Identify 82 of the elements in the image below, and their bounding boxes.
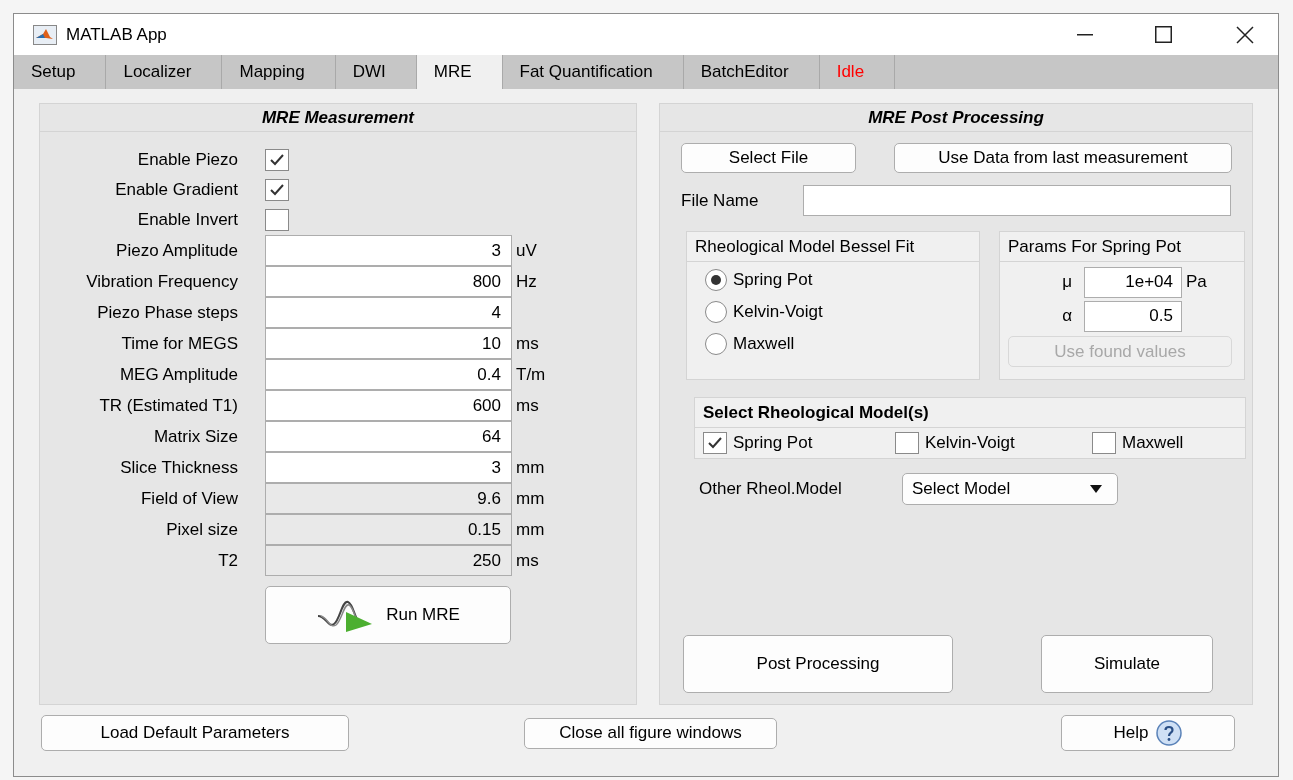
unit-label: ms bbox=[516, 394, 539, 417]
run-mre-button[interactable]: Run MRE bbox=[265, 586, 511, 644]
unit-label: mm bbox=[516, 487, 545, 510]
model-dropdown[interactable]: Select Model bbox=[902, 473, 1118, 505]
radio-button[interactable] bbox=[705, 333, 727, 355]
field-label: Matrix Size bbox=[152, 425, 238, 448]
file-name-field[interactable] bbox=[803, 185, 1231, 216]
unit-label: Pa bbox=[1186, 271, 1207, 294]
checkbox[interactable] bbox=[895, 432, 919, 454]
unit-label: mm bbox=[516, 518, 545, 541]
panel-title: MRE Post Processing bbox=[868, 106, 1044, 129]
field-label: MEG Amplitude bbox=[118, 363, 238, 386]
field-label: Slice Thickness bbox=[119, 456, 238, 479]
number-field[interactable]: 3 bbox=[265, 235, 512, 266]
help-button[interactable]: Help bbox=[1061, 715, 1235, 751]
unit-label: Hz bbox=[516, 270, 537, 293]
number-field: 9.6 bbox=[265, 483, 512, 514]
number-field[interactable]: 64 bbox=[265, 421, 512, 452]
field-label: Enable Piezo bbox=[136, 149, 238, 172]
checkbox-label: Spring Pot bbox=[733, 432, 813, 455]
field-label: File Name bbox=[681, 189, 760, 212]
window-title: MATLAB App bbox=[66, 23, 167, 46]
checkbox-label: Kelvin-Voigt bbox=[925, 432, 1015, 455]
unit-label: ms bbox=[516, 549, 539, 572]
checkbox[interactable] bbox=[265, 209, 289, 231]
field-label: Enable Invert bbox=[136, 209, 238, 232]
group-title: Rheological Model Bessel Fit bbox=[695, 235, 915, 258]
field-label: Time for MEGS bbox=[120, 332, 238, 355]
number-field[interactable]: 4 bbox=[265, 297, 512, 328]
tab[interactable]: MRE bbox=[416, 55, 503, 89]
number-field: 250 bbox=[265, 545, 512, 576]
minimize-icon[interactable] bbox=[1077, 33, 1093, 36]
radio-label: Kelvin-Voigt bbox=[733, 301, 823, 324]
number-field[interactable]: 600 bbox=[265, 390, 512, 421]
unit-label: mm bbox=[516, 456, 545, 479]
checkbox[interactable] bbox=[1092, 432, 1116, 454]
number-field[interactable]: 10 bbox=[265, 328, 512, 359]
field-label: Other Rheol.Model bbox=[699, 478, 843, 501]
checkmark-icon bbox=[269, 183, 285, 197]
help-icon bbox=[1156, 720, 1183, 746]
number-field[interactable]: 0.5 bbox=[1084, 300, 1182, 332]
select-file-button[interactable]: Select File bbox=[681, 143, 856, 173]
group-title: Select Rheological Model(s) bbox=[703, 401, 929, 424]
checkbox[interactable] bbox=[265, 149, 289, 171]
app-logo-icon bbox=[33, 24, 57, 45]
use-data-button[interactable]: Use Data from last measurement bbox=[894, 143, 1232, 173]
param-symbol: μ bbox=[1061, 271, 1072, 294]
number-field[interactable]: 800 bbox=[265, 266, 512, 297]
number-field: 0.15 bbox=[265, 514, 512, 545]
field-label: TR (Estimated T1) bbox=[98, 394, 238, 417]
unit-label: ms bbox=[516, 332, 539, 355]
number-field[interactable]: 0.4 bbox=[265, 359, 512, 390]
checkbox[interactable] bbox=[265, 179, 289, 201]
group-title: Params For Spring Pot bbox=[1008, 235, 1181, 258]
param-symbol: α bbox=[1061, 305, 1072, 328]
field-label: T2 bbox=[217, 549, 238, 572]
maximize-icon[interactable] bbox=[1155, 26, 1172, 43]
radio-label: Spring Pot bbox=[733, 269, 813, 292]
close-icon[interactable] bbox=[1236, 25, 1254, 44]
simulate-button[interactable]: Simulate bbox=[1041, 635, 1213, 693]
checkbox-label: Maxwell bbox=[1122, 432, 1184, 455]
unit-label: uV bbox=[516, 239, 537, 262]
dropdown-arrow-icon bbox=[1090, 485, 1102, 493]
radio-button[interactable] bbox=[705, 269, 727, 291]
post-processing-button[interactable]: Post Processing bbox=[683, 635, 953, 693]
close-figures-button[interactable]: Close all figure windows bbox=[524, 717, 777, 749]
radio-button[interactable] bbox=[705, 301, 727, 323]
field-label: Piezo Phase steps bbox=[96, 301, 238, 324]
load-defaults-button[interactable]: Load Default Parameters bbox=[41, 715, 349, 751]
field-label: Vibration Frequency bbox=[85, 270, 238, 293]
field-label: Field of View bbox=[140, 487, 238, 510]
field-label: Enable Gradient bbox=[114, 179, 238, 202]
field-label: Pixel size bbox=[165, 518, 238, 541]
checkmark-icon bbox=[707, 436, 723, 450]
checkbox[interactable] bbox=[703, 432, 727, 454]
checkmark-icon bbox=[269, 153, 285, 167]
unit-label: T/m bbox=[516, 363, 546, 386]
field-label: Piezo Amplitude bbox=[115, 239, 238, 262]
panel-title: MRE Measurement bbox=[261, 106, 415, 129]
radio-label: Maxwell bbox=[733, 333, 795, 356]
number-field[interactable]: 3 bbox=[265, 452, 512, 483]
number-field[interactable]: 1e+04 bbox=[1084, 266, 1182, 298]
